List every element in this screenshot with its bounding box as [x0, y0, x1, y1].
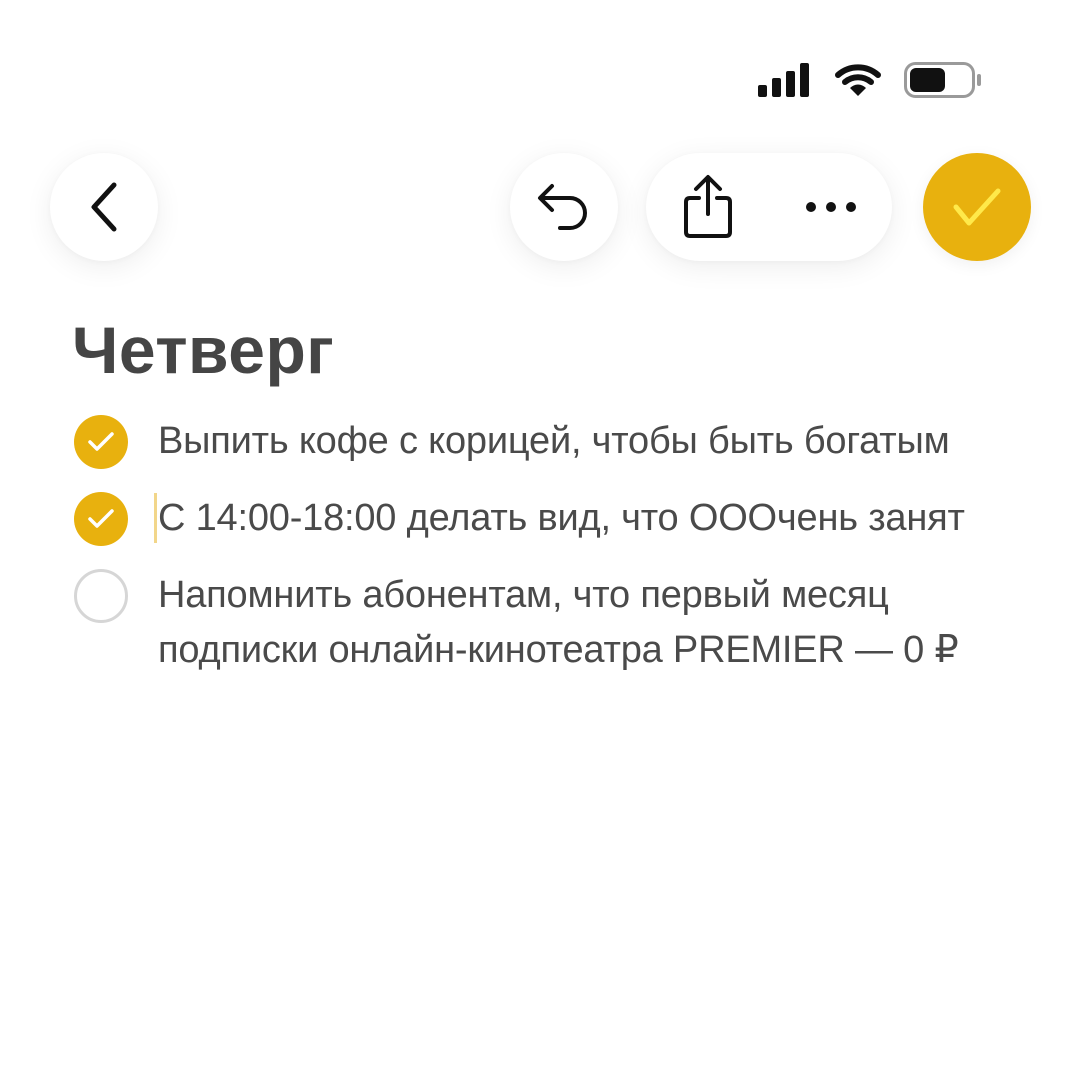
share-button[interactable] — [646, 153, 769, 261]
notes-screen: Четверг Выпить кофе с корицей, чтобы быт… — [0, 0, 1080, 1080]
more-button[interactable] — [769, 153, 892, 261]
undo-icon — [538, 184, 587, 230]
checklist: Выпить кофе с корицей, чтобы быть богаты… — [72, 414, 1022, 700]
checkmark-icon — [88, 432, 114, 451]
checkbox-checked[interactable] — [74, 415, 128, 469]
status-bar — [758, 58, 982, 102]
checkbox-checked[interactable] — [74, 492, 128, 546]
checklist-item[interactable]: Напомнить абонентам, что первый месяц по… — [72, 568, 1022, 678]
chevron-left-icon — [91, 182, 117, 232]
checkbox-unchecked[interactable] — [74, 569, 128, 623]
wifi-icon — [835, 64, 881, 96]
cellular-signal-icon — [758, 63, 809, 97]
checklist-item-text[interactable]: С 14:00-18:00 делать вид, что ОООчень за… — [158, 491, 1022, 546]
checkmark-icon — [88, 509, 114, 528]
battery-icon — [904, 62, 981, 98]
checklist-item[interactable]: Выпить кофе с корицей, чтобы быть богаты… — [72, 414, 1022, 469]
undo-button[interactable] — [510, 153, 618, 261]
more-dots-icon — [805, 202, 856, 212]
checkmark-icon — [953, 188, 1001, 226]
done-button[interactable] — [923, 153, 1031, 261]
share-icon — [683, 175, 732, 238]
checklist-item-text[interactable]: Напомнить абонентам, что первый месяц по… — [158, 568, 1022, 678]
actions-pill — [646, 153, 892, 261]
checklist-item-text[interactable]: Выпить кофе с корицей, чтобы быть богаты… — [158, 414, 1022, 469]
checklist-item[interactable]: С 14:00-18:00 делать вид, что ОООчень за… — [72, 491, 1022, 546]
text-cursor — [154, 493, 157, 543]
back-button[interactable] — [50, 153, 158, 261]
note-title[interactable]: Четверг — [72, 308, 334, 392]
